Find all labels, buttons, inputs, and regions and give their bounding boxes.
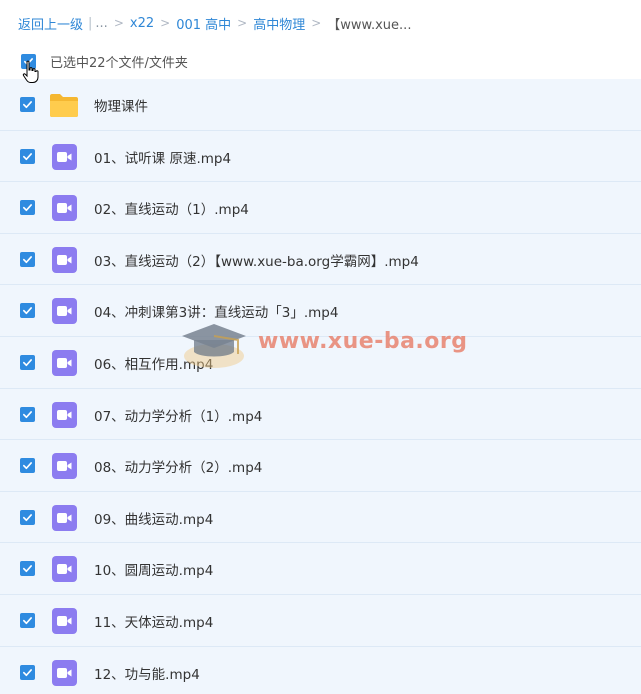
file-name[interactable]: 12、功与能.mp4	[94, 663, 200, 683]
file-type-icon	[52, 349, 77, 376]
row-checkbox[interactable]	[20, 251, 35, 267]
file-name[interactable]: 06、相互作用.mp4	[94, 353, 213, 373]
file-type-icon	[52, 607, 77, 634]
row-checkbox[interactable]	[20, 200, 35, 216]
check-icon	[23, 410, 32, 418]
check-icon	[23, 462, 32, 470]
check-icon	[23, 513, 32, 521]
file-type-icon	[52, 556, 77, 583]
row-checkbox[interactable]	[20, 458, 35, 474]
file-name[interactable]: 09、曲线运动.mp4	[94, 508, 213, 528]
file-name[interactable]: 物理课件	[94, 95, 148, 115]
check-icon	[23, 359, 32, 367]
video-file-icon	[52, 453, 77, 480]
file-row[interactable]: 06、相互作用.mp4	[0, 336, 641, 389]
check-icon	[23, 204, 32, 212]
file-type-icon	[52, 298, 77, 325]
breadcrumb-separator-icon: >	[237, 16, 248, 30]
file-type-icon	[49, 92, 79, 118]
video-file-icon	[52, 607, 77, 634]
file-row[interactable]: 07、动力学分析（1）.mp4	[0, 388, 641, 441]
breadcrumb-item[interactable]: 001 高中	[176, 14, 231, 33]
file-row[interactable]: 03、直线运动（2）【www.xue-ba.org学霸网】.mp4	[0, 233, 641, 286]
file-row[interactable]: 09、曲线运动.mp4	[0, 491, 641, 544]
video-file-icon	[52, 143, 77, 170]
file-name[interactable]: 02、直线运动（1）.mp4	[94, 198, 249, 218]
check-icon	[23, 307, 32, 315]
check-icon	[23, 255, 32, 263]
selection-bar: 已选中22个文件/文件夹	[0, 46, 641, 76]
video-file-icon	[52, 298, 77, 325]
file-name[interactable]: 10、圆周运动.mp4	[94, 559, 213, 579]
row-checkbox[interactable]	[20, 97, 35, 112]
file-row[interactable]: 08、动力学分析（2）.mp4	[0, 440, 641, 492]
check-icon	[23, 152, 32, 160]
video-file-icon	[52, 504, 77, 531]
breadcrumb-ellipsis[interactable]: ...	[95, 16, 107, 31]
folder-row[interactable]: 物理课件	[0, 79, 641, 131]
check-icon	[23, 668, 32, 676]
file-row[interactable]: 02、直线运动（1）.mp4	[0, 182, 641, 234]
hand-cursor-icon	[22, 60, 39, 83]
file-row[interactable]: 11、天体运动.mp4	[0, 594, 641, 647]
video-file-icon	[52, 556, 77, 583]
row-checkbox[interactable]	[20, 561, 35, 577]
check-icon	[23, 101, 32, 109]
video-file-icon	[52, 246, 77, 273]
selection-count: 已选中22个文件/文件夹	[50, 56, 188, 71]
file-name[interactable]: 04、冲刺课第3讲：直线运动「3」.mp4	[94, 301, 338, 321]
breadcrumb: 返回上一级 | ... > x22 > 001 高中 > 高中物理 > 【www…	[18, 12, 411, 34]
file-name[interactable]: 08、动力学分析（2）.mp4	[94, 456, 262, 476]
file-list: 物理课件 01、试听课 原速.mp4 02、直线运动（1）.mp4 03、直线运动（2…	[0, 79, 641, 694]
breadcrumb-separator-icon: >	[160, 16, 171, 30]
video-file-icon	[52, 349, 77, 376]
row-checkbox[interactable]	[20, 354, 35, 370]
file-row[interactable]: 10、圆周运动.mp4	[0, 543, 641, 595]
file-row[interactable]: 04、冲刺课第3讲：直线运动「3」.mp4	[0, 285, 641, 337]
video-file-icon	[52, 195, 77, 222]
row-checkbox[interactable]	[20, 664, 35, 680]
file-type-icon	[52, 401, 77, 428]
row-checkbox[interactable]	[20, 406, 35, 422]
breadcrumb-item[interactable]: 高中物理	[253, 14, 305, 33]
folder-icon	[49, 92, 79, 118]
file-type-icon	[52, 453, 77, 480]
file-name[interactable]: 01、试听课 原速.mp4	[94, 147, 231, 167]
file-type-icon	[52, 195, 77, 222]
breadcrumb-separator-icon: >	[311, 16, 322, 30]
file-type-icon	[52, 143, 77, 170]
back-link[interactable]: 返回上一级	[18, 14, 83, 33]
breadcrumb-current: 【www.xue...	[327, 17, 412, 33]
file-type-icon	[52, 659, 77, 686]
row-checkbox[interactable]	[20, 303, 35, 319]
file-type-icon	[52, 504, 77, 531]
breadcrumb-separator-icon: >	[113, 16, 124, 30]
file-name[interactable]: 11、天体运动.mp4	[94, 611, 213, 631]
video-file-icon	[52, 659, 77, 686]
file-row[interactable]: 12、功与能.mp4	[0, 646, 641, 694]
breadcrumb-item[interactable]: x22	[130, 16, 154, 31]
file-name[interactable]: 07、动力学分析（1）.mp4	[94, 405, 262, 425]
file-type-icon	[52, 246, 77, 273]
file-row[interactable]: 01、试听课 原速.mp4	[0, 130, 641, 183]
row-checkbox[interactable]	[20, 612, 35, 628]
video-file-icon	[52, 401, 77, 428]
row-checkbox[interactable]	[20, 148, 35, 164]
breadcrumb-divider: |	[88, 15, 93, 31]
check-icon	[23, 565, 32, 573]
check-icon	[23, 617, 32, 625]
file-name[interactable]: 03、直线运动（2）【www.xue-ba.org学霸网】.mp4	[94, 250, 419, 270]
row-checkbox[interactable]	[20, 509, 35, 525]
